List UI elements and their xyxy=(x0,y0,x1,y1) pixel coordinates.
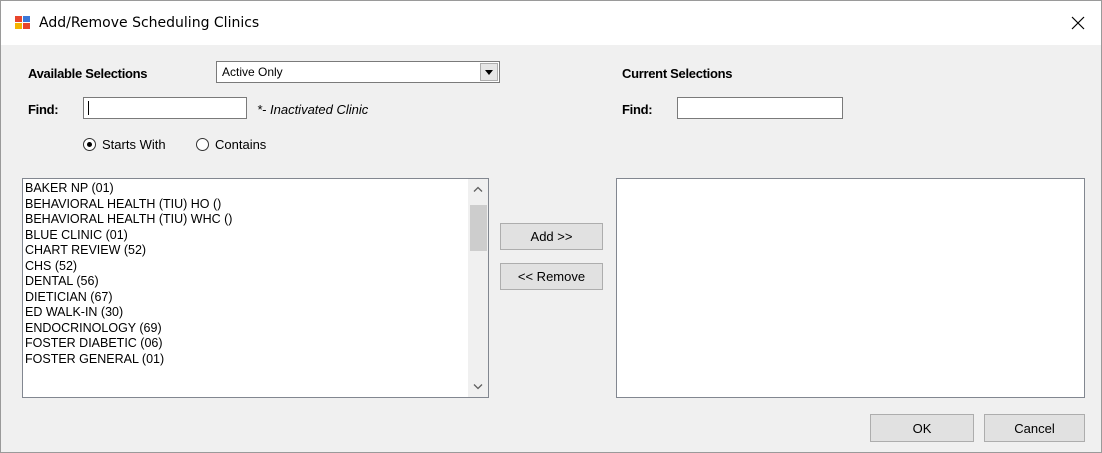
list-item[interactable]: ED WALK-IN (30) xyxy=(25,305,468,321)
list-item[interactable]: CHS (52) xyxy=(25,259,468,275)
scroll-down-icon xyxy=(473,384,483,390)
scroll-up-button[interactable] xyxy=(468,179,488,199)
available-find-label: Find: xyxy=(28,102,59,117)
list-item[interactable]: ENDOCRINOLOGY (69) xyxy=(25,321,468,337)
title-bar[interactable]: Add/Remove Scheduling Clinics xyxy=(1,1,1101,45)
list-item[interactable]: FOSTER DIABETIC (06) xyxy=(25,336,468,352)
available-find-input[interactable] xyxy=(83,97,247,119)
available-list-scrollbar[interactable] xyxy=(468,179,488,397)
text-caret xyxy=(88,101,89,115)
radio-contains[interactable]: Contains xyxy=(196,137,266,152)
remove-button[interactable]: << Remove xyxy=(500,263,603,290)
scroll-down-button[interactable] xyxy=(468,377,488,397)
list-item[interactable]: BAKER NP (01) xyxy=(25,181,468,197)
available-clinics-list: BAKER NP (01) BEHAVIORAL HEALTH (TIU) HO … xyxy=(25,181,468,367)
current-find-label: Find: xyxy=(622,102,653,117)
cancel-button[interactable]: Cancel xyxy=(984,414,1085,442)
list-item[interactable]: CHART REVIEW (52) xyxy=(25,243,468,259)
dialog-window: Add/Remove Scheduling Clinics Available … xyxy=(0,0,1102,453)
close-icon xyxy=(1071,16,1085,30)
radio-contains-indicator[interactable] xyxy=(196,138,209,151)
list-item[interactable]: FOSTER GENERAL (01) xyxy=(25,352,468,368)
add-button[interactable]: Add >> xyxy=(500,223,603,250)
radio-starts-with-label: Starts With xyxy=(102,137,166,152)
chevron-down-icon xyxy=(485,69,493,75)
available-selections-heading: Available Selections xyxy=(28,66,148,81)
radio-starts-with[interactable]: Starts With xyxy=(83,137,166,152)
list-item[interactable]: BEHAVIORAL HEALTH (TIU) HO () xyxy=(25,197,468,213)
scroll-up-icon xyxy=(473,186,483,192)
list-item[interactable]: BLUE CLINIC (01) xyxy=(25,228,468,244)
list-item[interactable]: DENTAL (56) xyxy=(25,274,468,290)
filter-dropdown-button[interactable] xyxy=(480,63,498,81)
current-selections-heading: Current Selections xyxy=(622,66,733,81)
radio-contains-label: Contains xyxy=(215,137,267,152)
inactive-clinic-note: *- Inactivated Clinic xyxy=(257,102,369,117)
close-button[interactable] xyxy=(1055,1,1101,45)
scroll-thumb[interactable] xyxy=(470,205,487,251)
current-find-input[interactable] xyxy=(677,97,843,119)
app-window-icon xyxy=(15,16,31,30)
ok-button[interactable]: OK xyxy=(870,414,974,442)
filter-dropdown-value: Active Only xyxy=(222,65,283,79)
available-clinics-listbox[interactable]: BAKER NP (01) BEHAVIORAL HEALTH (TIU) HO … xyxy=(22,178,489,398)
current-clinics-listbox[interactable] xyxy=(616,178,1085,398)
filter-dropdown[interactable]: Active Only xyxy=(216,61,500,83)
list-item[interactable]: BEHAVIORAL HEALTH (TIU) WHC () xyxy=(25,212,468,228)
list-item[interactable]: DIETICIAN (67) xyxy=(25,290,468,306)
radio-starts-with-indicator[interactable] xyxy=(83,138,96,151)
window-title: Add/Remove Scheduling Clinics xyxy=(39,15,260,31)
